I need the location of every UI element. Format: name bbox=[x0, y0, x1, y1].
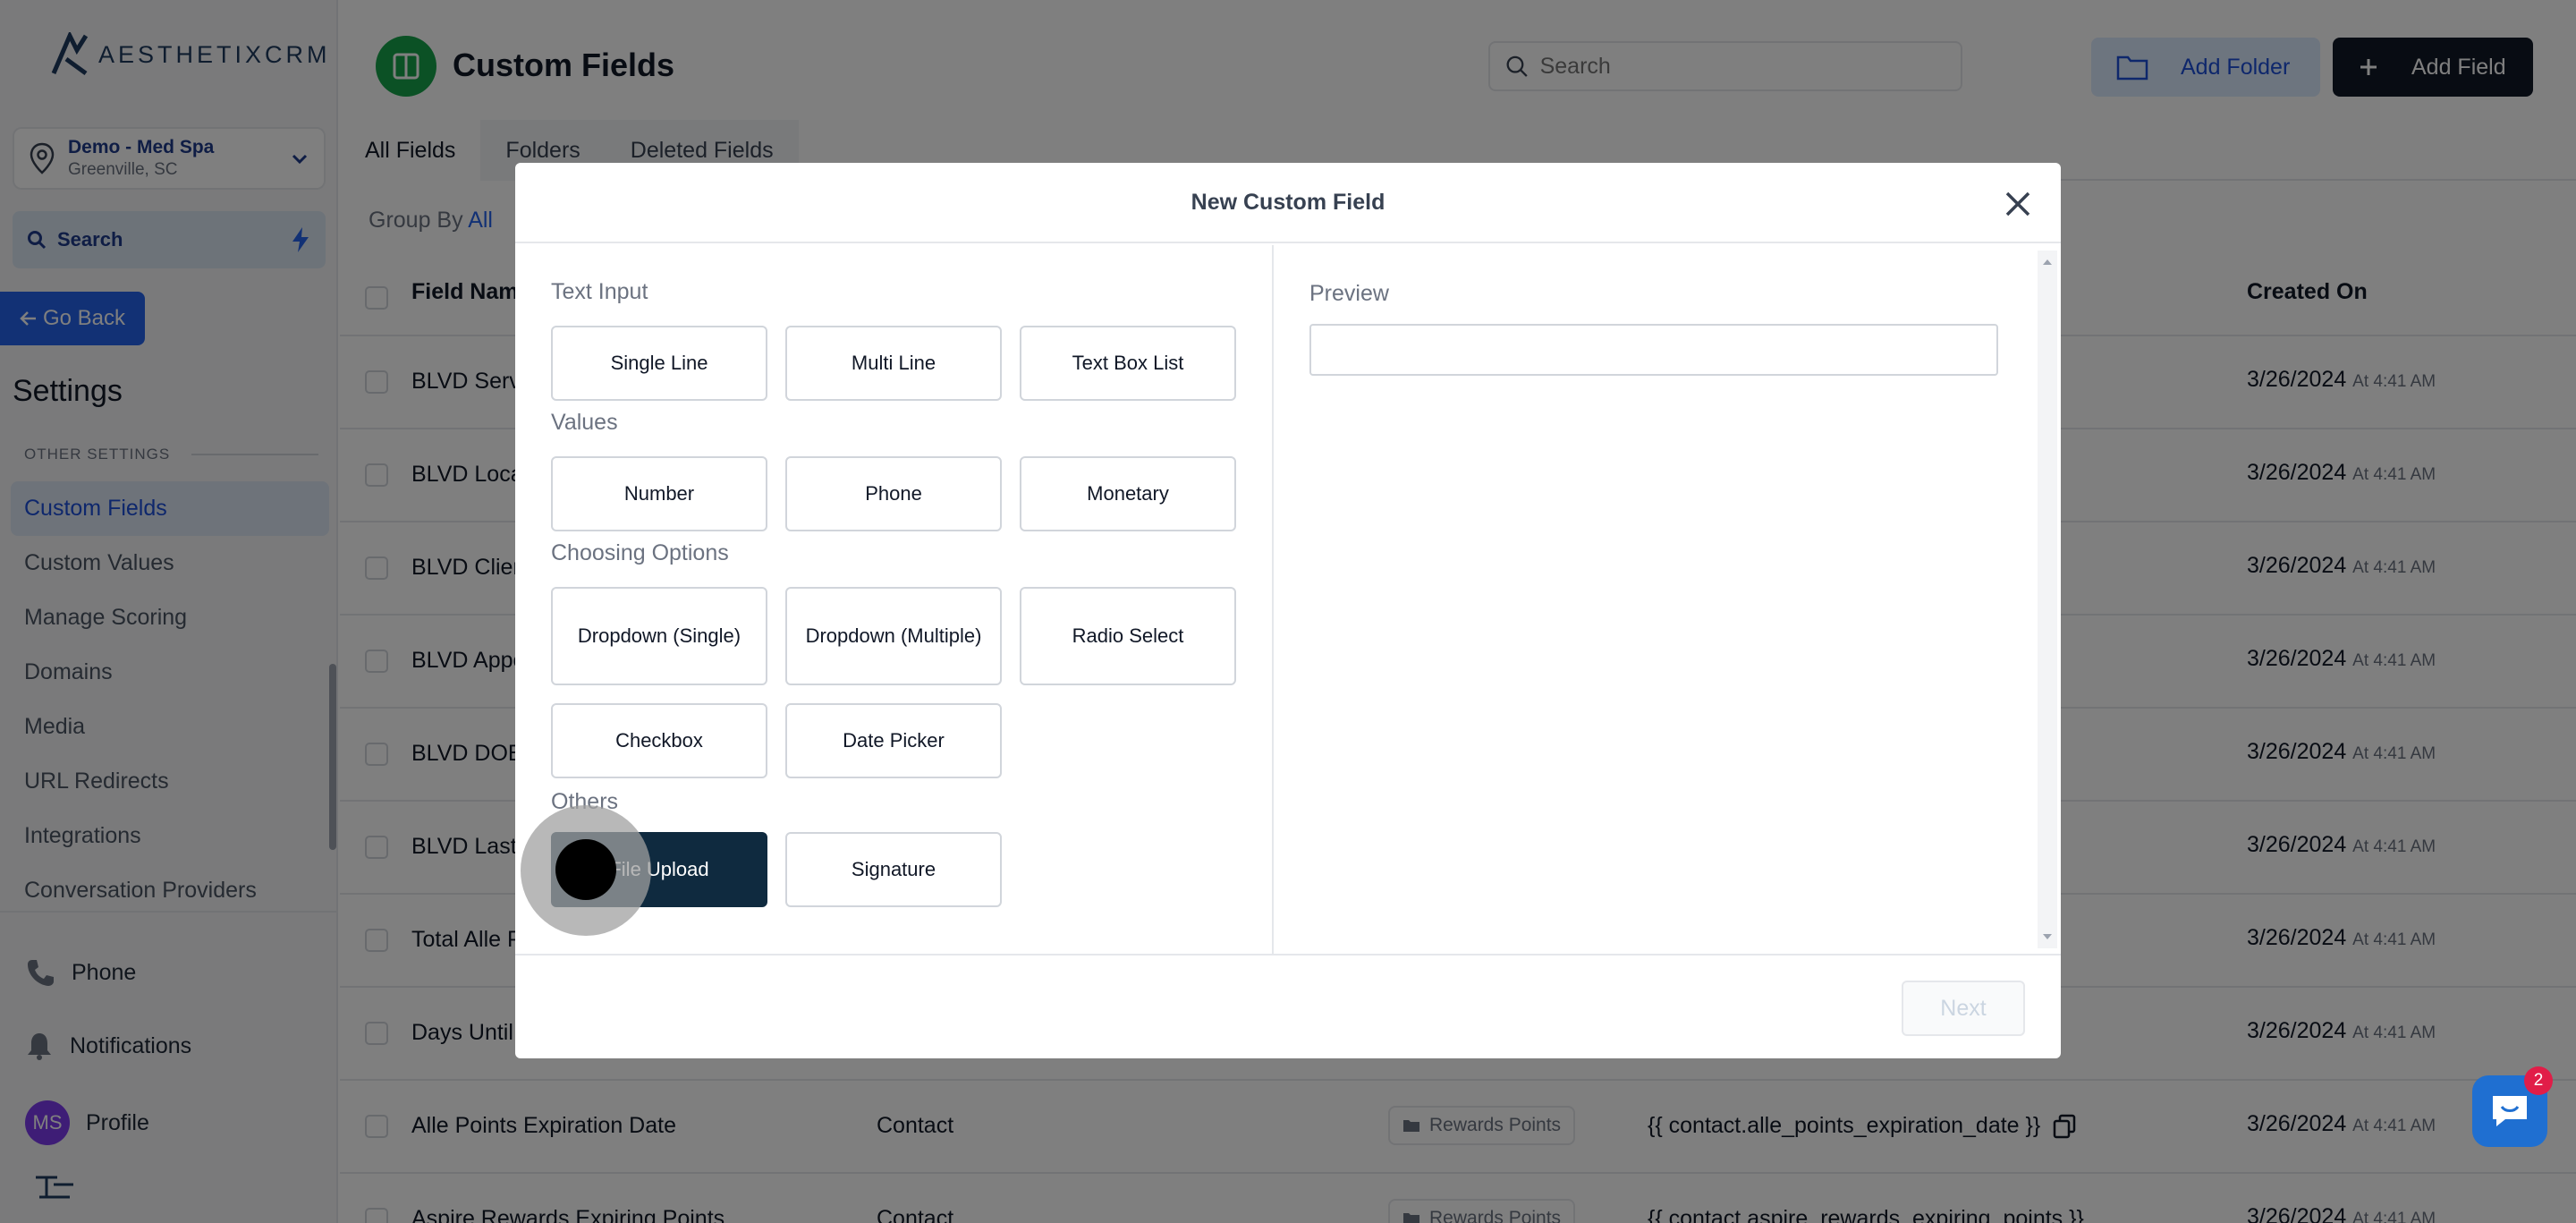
option-dropdown-multiple[interactable]: Dropdown (Multiple) bbox=[785, 587, 1002, 685]
preview-label: Preview bbox=[1309, 281, 1389, 306]
close-icon[interactable] bbox=[2002, 188, 2034, 220]
option-date-picker[interactable]: Date Picker bbox=[785, 703, 1002, 778]
option-multi-line[interactable]: Multi Line bbox=[785, 326, 1002, 401]
option-radio-select[interactable]: Radio Select bbox=[1020, 587, 1236, 685]
option-number[interactable]: Number bbox=[551, 456, 767, 531]
option-signature[interactable]: Signature bbox=[785, 832, 1002, 907]
scroll-up-icon[interactable] bbox=[2038, 254, 2057, 270]
category-values: Values bbox=[551, 410, 618, 435]
option-phone[interactable]: Phone bbox=[785, 456, 1002, 531]
new-custom-field-modal: New Custom Field Text Input Single Line … bbox=[515, 163, 2061, 1058]
cursor-dot bbox=[555, 839, 616, 900]
modal-title: New Custom Field bbox=[1191, 189, 1385, 215]
option-single-line[interactable]: Single Line bbox=[551, 326, 767, 401]
category-choosing-options: Choosing Options bbox=[551, 540, 729, 565]
chat-notification-badge: 2 bbox=[2524, 1066, 2553, 1095]
modal-scrollbar[interactable] bbox=[2038, 251, 2057, 948]
option-monetary[interactable]: Monetary bbox=[1020, 456, 1236, 531]
modal-header: New Custom Field bbox=[515, 163, 2061, 243]
scroll-down-icon[interactable] bbox=[2038, 929, 2057, 945]
next-button[interactable]: Next bbox=[1902, 981, 2025, 1036]
option-dropdown-single[interactable]: Dropdown (Single) bbox=[551, 587, 767, 685]
category-text-input: Text Input bbox=[551, 279, 648, 304]
modal-footer: Next bbox=[515, 954, 2061, 1058]
preview-input bbox=[1309, 324, 1998, 376]
option-checkbox[interactable]: Checkbox bbox=[551, 703, 767, 778]
option-text-box-list[interactable]: Text Box List bbox=[1020, 326, 1236, 401]
chat-icon bbox=[2493, 1096, 2527, 1126]
